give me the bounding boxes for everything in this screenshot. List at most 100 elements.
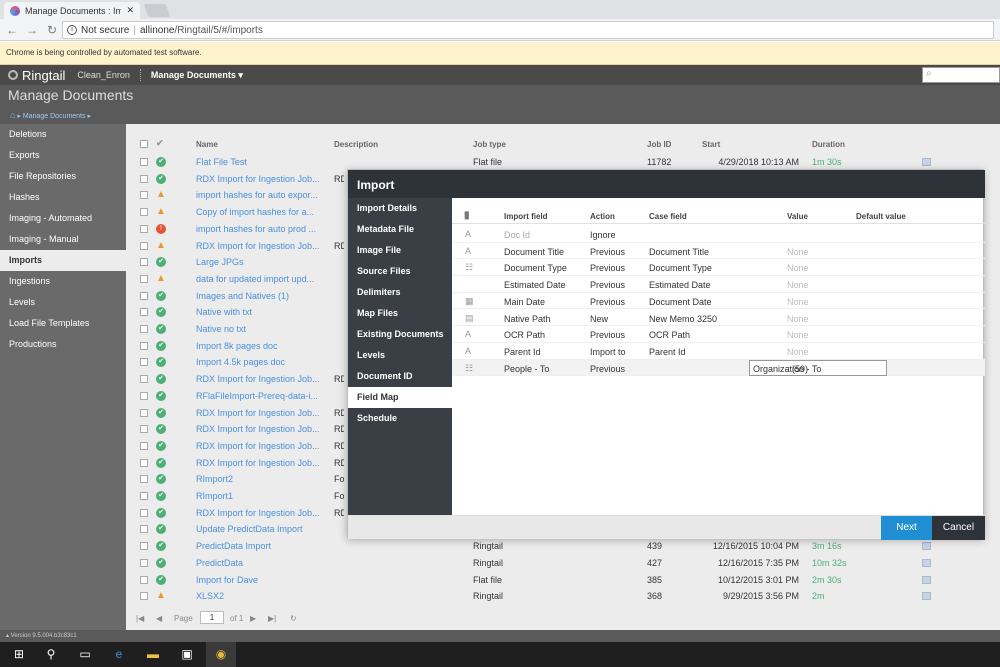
documents-icon[interactable]	[922, 575, 931, 584]
row-checkbox[interactable]	[140, 492, 148, 500]
field-map-row[interactable]: ☷ People - To Previous Organization - To: (…	[452, 359, 985, 377]
field-action[interactable]: Ignore	[590, 230, 616, 240]
col-import-field[interactable]: Import field	[504, 212, 548, 221]
chrome-icon[interactable]: ◉	[206, 642, 236, 667]
col-case-field[interactable]: Case field	[649, 212, 687, 221]
terminal-icon[interactable]: ▣	[172, 642, 202, 667]
field-map-row[interactable]: A Doc Id Ignore	[452, 226, 985, 243]
job-name-link[interactable]: RDX Import for Ingestion Job...	[196, 458, 326, 468]
job-name-link[interactable]: Import for Dave	[196, 575, 326, 585]
field-map-row[interactable]: ☷ Document Type Previous Document Type None	[452, 259, 985, 277]
info-icon[interactable]: i	[67, 25, 77, 35]
job-name-link[interactable]: RDX Import for Ingestion Job...	[196, 441, 326, 451]
col-duration[interactable]: Duration	[812, 140, 845, 149]
col-description[interactable]: Description	[334, 140, 378, 149]
field-action[interactable]: New	[590, 314, 608, 324]
page-number-input[interactable]: 1	[200, 611, 224, 624]
dialog-nav-item[interactable]: Delimiters	[348, 282, 452, 303]
row-checkbox[interactable]	[140, 208, 148, 217]
browser-tab[interactable]: Manage Documents : Im ✕	[4, 2, 140, 19]
edge-icon[interactable]: e	[104, 642, 134, 667]
dialog-nav-item[interactable]: Import Details	[348, 198, 452, 219]
job-name-link[interactable]: RImport2	[196, 474, 326, 484]
row-checkbox[interactable]	[140, 558, 148, 567]
reload-icon[interactable]: ↻	[44, 22, 60, 38]
col-job-id[interactable]: Job ID	[647, 140, 671, 149]
row-checkbox[interactable]	[140, 174, 148, 183]
select-all-checkbox[interactable]	[140, 140, 148, 148]
sidebar-item[interactable]: Imaging - Automated	[0, 208, 126, 229]
col-start[interactable]: Start	[702, 140, 720, 149]
back-icon[interactable]: ←	[4, 22, 20, 38]
field-map-row[interactable]: Estimated Date Previous Estimated Date None	[452, 276, 985, 293]
field-action[interactable]: Previous	[590, 263, 625, 273]
row-checkbox[interactable]	[140, 458, 148, 467]
close-tab-icon[interactable]: ✕	[126, 5, 134, 16]
job-name-link[interactable]: Large JPGs	[196, 257, 326, 267]
job-name-link[interactable]: Update PredictData Import	[196, 524, 326, 534]
field-action[interactable]: Previous	[590, 297, 625, 307]
job-name-link[interactable]: RDX Import for Ingestion Job...	[196, 241, 326, 251]
job-name-link[interactable]: XLSX2	[196, 591, 326, 601]
row-checkbox[interactable]	[140, 425, 148, 434]
row-checkbox[interactable]	[140, 525, 148, 534]
case-field-select[interactable]: Organization - To	[749, 359, 887, 376]
sidebar-item[interactable]: Productions	[0, 334, 126, 355]
dialog-nav-item[interactable]: Source Files	[348, 261, 452, 282]
job-name-link[interactable]: Import 8k pages doc	[196, 341, 326, 351]
table-row[interactable]: ✔ Import for Dave Flat file 385 10/12/2015 3…	[126, 572, 1000, 589]
row-checkbox[interactable]	[140, 191, 148, 200]
job-name-link[interactable]: import hashes for auto expor...	[196, 190, 326, 200]
last-page-icon[interactable]: ▶|	[268, 614, 276, 623]
sidebar-item[interactable]: Deletions	[0, 124, 126, 145]
row-checkbox[interactable]	[140, 592, 148, 601]
ringtail-logo[interactable]: Ringtail	[0, 68, 65, 83]
job-name-link[interactable]: RDX Import for Ingestion Job...	[196, 374, 326, 384]
job-name-link[interactable]: data for updated import upd...	[196, 274, 326, 284]
documents-icon[interactable]	[922, 158, 931, 166]
next-button[interactable]: Next	[881, 516, 932, 540]
job-name-link[interactable]: RFlaFileImport-Prereq-data-i...	[196, 391, 326, 401]
row-checkbox[interactable]	[140, 358, 148, 367]
job-name-link[interactable]: RDX Import for Ingestion Job...	[196, 424, 326, 434]
row-checkbox[interactable]	[140, 341, 148, 350]
dialog-nav-item[interactable]: Levels	[348, 345, 452, 366]
table-row[interactable]: ▲ XLSX2 Ringtail 368 9/29/2015 3:56 PM 2m	[126, 588, 1000, 605]
row-checkbox[interactable]	[140, 224, 148, 233]
col-action[interactable]: Action	[590, 212, 615, 221]
row-checkbox[interactable]	[140, 391, 148, 400]
field-map-row[interactable]: ▦ Main Date Previous Document Date None	[452, 293, 985, 310]
sidebar-item[interactable]: Levels	[0, 292, 126, 313]
task-view-icon[interactable]: ▭	[70, 642, 100, 667]
refresh-icon[interactable]: ↻	[290, 614, 297, 623]
windows-start-icon[interactable]: ⊞	[4, 642, 34, 667]
case-name[interactable]: Clean_Enron	[77, 70, 130, 80]
dialog-nav-item[interactable]: Existing Documents	[348, 324, 452, 345]
new-tab-button[interactable]	[143, 4, 171, 17]
dialog-nav-item[interactable]: Map Files	[348, 303, 452, 324]
sidebar-item[interactable]: Imaging - Manual	[0, 229, 126, 250]
address-bar[interactable]: i Not secure | allinone/Ringtail/5/#/imp…	[62, 21, 994, 39]
first-page-icon[interactable]: |◀	[136, 614, 144, 623]
job-name-link[interactable]: Copy of import hashes for a...	[196, 207, 326, 217]
job-name-link[interactable]: PredictData Import	[196, 541, 326, 551]
row-checkbox[interactable]	[140, 258, 148, 267]
job-name-link[interactable]: RDX Import for Ingestion Job...	[196, 174, 326, 184]
dialog-nav-item[interactable]: Field Map	[348, 387, 452, 408]
documents-icon[interactable]	[922, 592, 931, 601]
row-checkbox[interactable]	[140, 441, 148, 450]
sidebar-item[interactable]: Ingestions	[0, 271, 126, 292]
next-page-icon[interactable]: ▶	[250, 614, 256, 623]
dialog-nav-item[interactable]: Metadata File	[348, 219, 452, 240]
documents-icon[interactable]	[922, 542, 931, 551]
cancel-button[interactable]: Cancel	[932, 516, 985, 540]
field-action[interactable]: Previous	[590, 247, 625, 257]
dialog-nav-item[interactable]: Image File	[348, 240, 452, 261]
sidebar-item[interactable]: Imports	[0, 250, 126, 271]
job-name-link[interactable]: RImport1	[196, 491, 326, 501]
sidebar-item[interactable]: Load File Templates	[0, 313, 126, 334]
job-name-link[interactable]: Images and Natives (1)	[196, 291, 326, 301]
row-checkbox[interactable]	[140, 375, 148, 384]
row-checkbox[interactable]	[140, 325, 148, 333]
breadcrumb-manage-documents[interactable]: Manage Documents ▸	[23, 113, 91, 120]
